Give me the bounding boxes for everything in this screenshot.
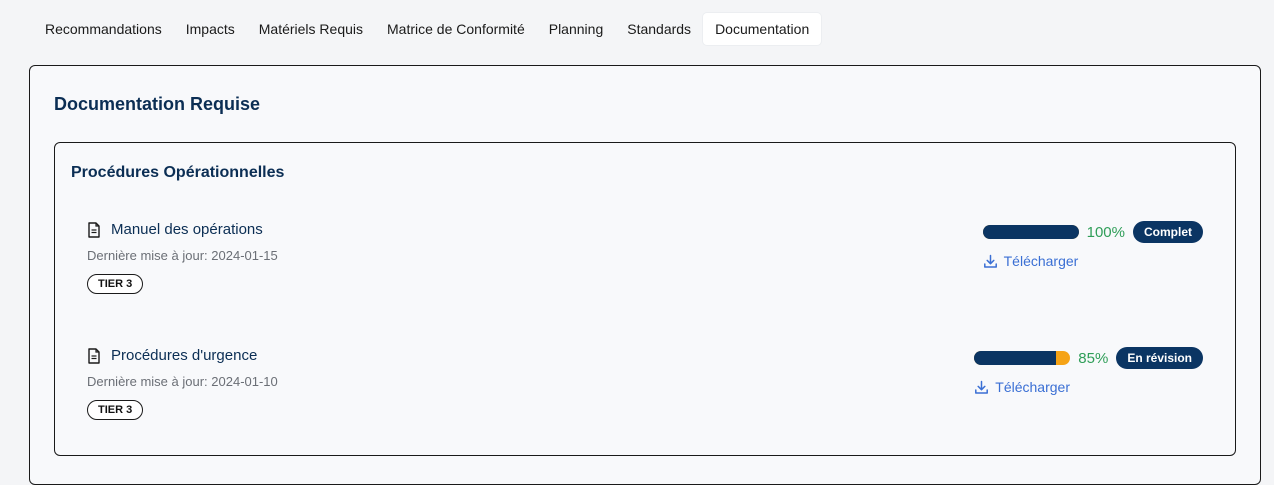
tab-recommandations[interactable]: Recommandations [33, 13, 174, 45]
progress-bar [982, 225, 1079, 239]
progress-bar-fill [974, 351, 1056, 365]
download-icon [983, 254, 997, 268]
document-name: Procédures d'urgence [111, 347, 258, 364]
progress-bar-fill [982, 225, 1079, 239]
tier-badge: TIER 3 [87, 400, 144, 420]
document-status-area: 85% En révision Télécharger [974, 347, 1203, 395]
document-date: Dernière mise à jour: 2024-01-15 [87, 248, 278, 263]
tab-matrice-conformite[interactable]: Matrice de Conformité [375, 13, 537, 45]
documentation-panel: Documentation Requise Procédures Opérati… [29, 65, 1261, 485]
tab-documentation[interactable]: Documentation [703, 13, 822, 45]
download-link[interactable]: Télécharger [983, 253, 1203, 269]
tab-impacts[interactable]: Impacts [174, 13, 247, 45]
status-badge: Complet [1133, 221, 1203, 243]
download-label: Télécharger [995, 379, 1070, 395]
status-badge: En révision [1116, 347, 1203, 369]
progress-row: 100% Complet [982, 221, 1203, 243]
panel-title: Documentation Requise [54, 94, 261, 114]
section-card: Procédures Opérationnelles Manuel des op… [54, 142, 1236, 456]
progress-percent: 100% [1086, 223, 1125, 241]
progress-bar [974, 351, 1071, 365]
download-link[interactable]: Télécharger [974, 379, 1203, 395]
document-name: Manuel des opérations [111, 221, 263, 238]
download-label: Télécharger [1003, 253, 1079, 269]
document-status-area: 100% Complet Télécharger [982, 221, 1203, 269]
tab-standards[interactable]: Standards [615, 13, 703, 45]
document-icon [87, 221, 101, 238]
progress-percent: 85% [1078, 349, 1109, 367]
tab-materiels-requis[interactable]: Matériels Requis [247, 13, 375, 45]
document-icon [87, 347, 101, 364]
tab-planning[interactable]: Planning [537, 13, 616, 45]
document-name-row: Manuel des opérations [87, 221, 263, 238]
document-item: Procédures d'urgence Dernière mise à jou… [55, 347, 1235, 447]
download-icon [975, 380, 989, 394]
tab-bar: Recommandations Impacts Matériels Requis… [33, 13, 822, 45]
document-date: Dernière mise à jour: 2024-01-10 [87, 374, 278, 389]
document-item: Manuel des opérations Dernière mise à jo… [55, 221, 1235, 321]
progress-row: 85% En révision [974, 347, 1203, 369]
section-title: Procédures Opérationnelles [71, 164, 285, 181]
tier-badge: TIER 3 [87, 274, 144, 294]
document-name-row: Procédures d'urgence [87, 347, 257, 364]
